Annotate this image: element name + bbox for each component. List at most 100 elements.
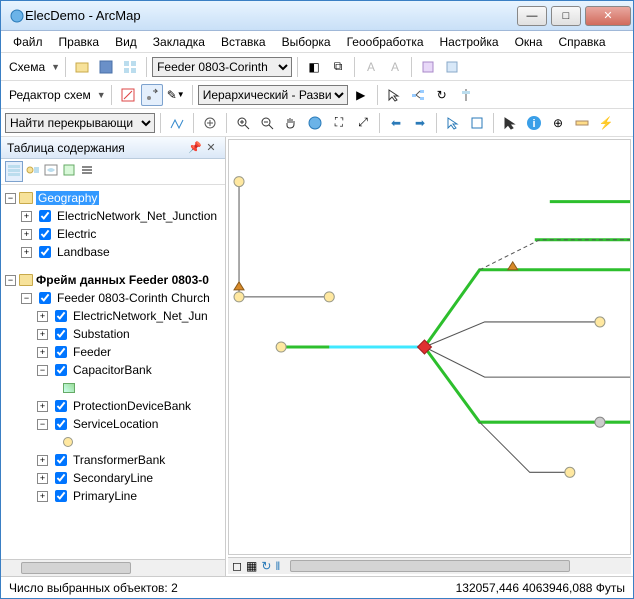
data-view-icon[interactable]: ◻ bbox=[232, 559, 242, 573]
rotate-icon[interactable]: ↻ bbox=[431, 84, 453, 106]
view-icon[interactable]: ◧ bbox=[303, 56, 325, 78]
menu-bookmark[interactable]: Закладка bbox=[147, 33, 211, 51]
toc-pin-icon[interactable]: 📌 bbox=[187, 140, 203, 156]
edit-schema-icon[interactable] bbox=[117, 84, 139, 106]
pan-icon[interactable] bbox=[280, 112, 302, 134]
collapse-icon[interactable]: − bbox=[37, 365, 48, 376]
expand-icon[interactable]: + bbox=[37, 455, 48, 466]
menu-insert[interactable]: Вставка bbox=[215, 33, 272, 51]
zoom-out-icon[interactable] bbox=[256, 112, 278, 134]
zoom-in-icon[interactable] bbox=[232, 112, 254, 134]
layer-item[interactable]: +SecondaryLine bbox=[3, 469, 223, 487]
expand-icon[interactable]: + bbox=[37, 491, 48, 502]
full-extent-icon[interactable] bbox=[304, 112, 326, 134]
expand-icon[interactable]: + bbox=[37, 311, 48, 322]
collapse-icon[interactable]: − bbox=[5, 193, 16, 204]
run-layout-icon[interactable]: ▶ bbox=[350, 84, 372, 106]
options-icon[interactable] bbox=[79, 162, 95, 181]
minimize-button[interactable]: — bbox=[517, 6, 547, 26]
layer-checkbox[interactable] bbox=[55, 472, 67, 484]
layout-view-icon[interactable]: ▦ bbox=[246, 559, 257, 573]
identify-icon[interactable]: i bbox=[523, 112, 545, 134]
open-schema-icon[interactable] bbox=[71, 56, 93, 78]
layer-item[interactable]: +TransformerBank bbox=[3, 451, 223, 469]
expand-icon[interactable]: + bbox=[37, 473, 48, 484]
layer-item[interactable]: −ServiceLocation bbox=[3, 415, 223, 433]
align-icon[interactable] bbox=[455, 84, 477, 106]
expand-icon[interactable]: + bbox=[37, 401, 48, 412]
layer-item[interactable]: +PrimaryLine bbox=[3, 487, 223, 505]
close-button[interactable]: ✕ bbox=[585, 6, 631, 26]
layer-checkbox[interactable] bbox=[55, 310, 67, 322]
back-icon[interactable]: ⬅ bbox=[385, 112, 407, 134]
text-a-icon[interactable]: A bbox=[360, 56, 382, 78]
measure-icon[interactable] bbox=[571, 112, 593, 134]
layer-item[interactable]: +Electric bbox=[3, 225, 223, 243]
collapse-icon[interactable]: − bbox=[21, 293, 32, 304]
trace-icon[interactable] bbox=[166, 112, 188, 134]
layer-item[interactable]: +Feeder bbox=[3, 343, 223, 361]
fullscreen-out-icon[interactable]: ⤢ bbox=[352, 112, 374, 134]
layer-item[interactable]: −CapacitorBank bbox=[3, 361, 223, 379]
layer-checkbox[interactable] bbox=[39, 246, 51, 258]
props2-icon[interactable] bbox=[441, 56, 463, 78]
save-schema-icon[interactable] bbox=[95, 56, 117, 78]
menu-windows[interactable]: Окна bbox=[509, 33, 549, 51]
move-node-icon[interactable] bbox=[141, 84, 163, 106]
expand-icon[interactable]: + bbox=[37, 347, 48, 358]
menu-selection[interactable]: Выборка bbox=[276, 33, 337, 51]
toc-hscroll[interactable] bbox=[1, 559, 225, 576]
layer-checkbox[interactable] bbox=[39, 210, 51, 222]
find-select[interactable]: Найти перекрывающи bbox=[5, 113, 155, 133]
edit-tool-icon[interactable]: ✎▼ bbox=[165, 84, 187, 106]
forward-icon[interactable]: ➡ bbox=[409, 112, 431, 134]
map-canvas[interactable] bbox=[228, 139, 631, 555]
text-a2-icon[interactable]: A bbox=[384, 56, 406, 78]
layer-checkbox[interactable] bbox=[55, 454, 67, 466]
menu-view[interactable]: Вид bbox=[109, 33, 143, 51]
layer-group[interactable]: −Feeder 0803-Corinth Church bbox=[3, 289, 223, 307]
list-by-sel-icon[interactable] bbox=[61, 162, 77, 181]
expand-icon[interactable]: + bbox=[21, 247, 32, 258]
pointer-icon[interactable] bbox=[383, 84, 405, 106]
select-elements-icon[interactable] bbox=[499, 112, 521, 134]
zoom-extent-icon[interactable] bbox=[199, 112, 221, 134]
layer-checkbox[interactable] bbox=[55, 490, 67, 502]
grid-icon[interactable] bbox=[119, 56, 141, 78]
menu-geoproc[interactable]: Геообработка bbox=[341, 33, 430, 51]
df-geography[interactable]: − Geography bbox=[3, 189, 223, 207]
df-feeder[interactable]: − Фрейм данных Feeder 0803-0 bbox=[3, 271, 223, 289]
layer-item[interactable]: +ProtectionDeviceBank bbox=[3, 397, 223, 415]
menu-help[interactable]: Справка bbox=[552, 33, 611, 51]
list-by-vis-icon[interactable] bbox=[43, 162, 59, 181]
layer-checkbox[interactable] bbox=[39, 292, 51, 304]
copy-icon[interactable]: ⧉ bbox=[327, 56, 349, 78]
expand-icon[interactable]: + bbox=[21, 229, 32, 240]
layer-checkbox[interactable] bbox=[39, 228, 51, 240]
layer-item[interactable]: +Substation bbox=[3, 325, 223, 343]
list-by-draw-icon[interactable] bbox=[5, 161, 23, 182]
layer-checkbox[interactable] bbox=[55, 346, 67, 358]
clear-selection-icon[interactable] bbox=[466, 112, 488, 134]
menu-customize[interactable]: Настройка bbox=[434, 33, 505, 51]
layer-checkbox[interactable] bbox=[55, 328, 67, 340]
layout-select[interactable]: Иерархический - Разви bbox=[198, 85, 348, 105]
layer-checkbox[interactable] bbox=[55, 364, 67, 376]
fullscreen-in-icon[interactable]: ⛶ bbox=[328, 112, 350, 134]
menu-file[interactable]: Файл bbox=[7, 33, 49, 51]
layer-item[interactable]: +ElectricNetwork_Net_Jun bbox=[3, 307, 223, 325]
search-icon[interactable]: ⊕ bbox=[547, 112, 569, 134]
layer-item[interactable]: +ElectricNetwork_Net_Junction bbox=[3, 207, 223, 225]
layer-checkbox[interactable] bbox=[55, 418, 67, 430]
select-features-icon[interactable] bbox=[442, 112, 464, 134]
maximize-button[interactable]: □ bbox=[551, 6, 581, 26]
list-by-source-icon[interactable] bbox=[25, 162, 41, 181]
toc-close-icon[interactable]: ✕ bbox=[203, 140, 219, 156]
expand-icon[interactable]: + bbox=[37, 329, 48, 340]
tree-icon[interactable] bbox=[407, 84, 429, 106]
layer-item[interactable]: +Landbase bbox=[3, 243, 223, 261]
pause-icon[interactable]: ‖ bbox=[275, 559, 280, 573]
hyperlink-icon[interactable]: ⚡ bbox=[595, 112, 617, 134]
layer-checkbox[interactable] bbox=[55, 400, 67, 412]
props1-icon[interactable] bbox=[417, 56, 439, 78]
